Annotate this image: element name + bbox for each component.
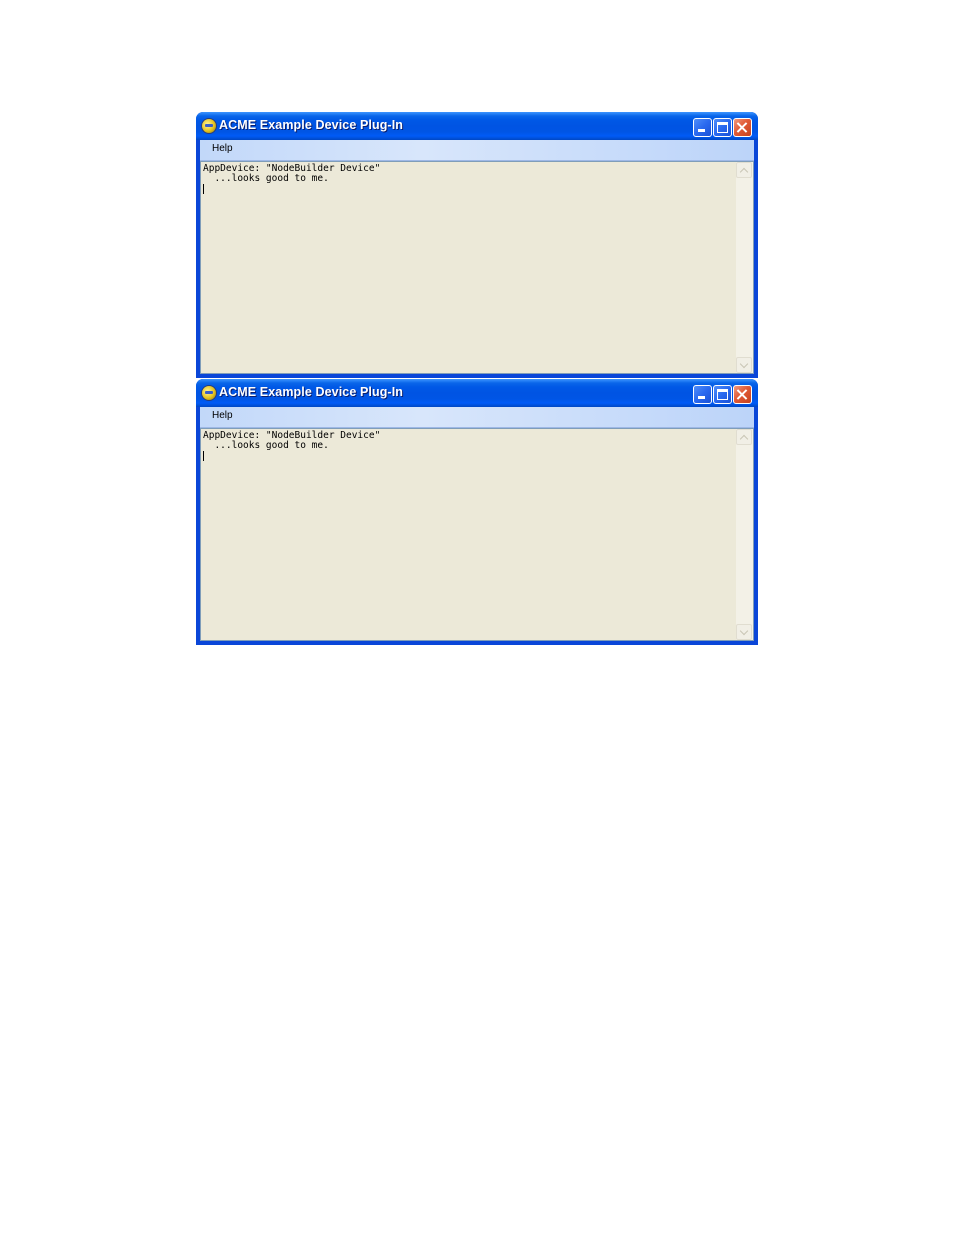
- output-line: ...looks good to me.: [203, 173, 329, 184]
- vertical-scrollbar[interactable]: [736, 429, 753, 640]
- menu-bar: Help: [200, 140, 754, 161]
- minimize-icon: [698, 129, 705, 132]
- maximize-icon: [717, 122, 728, 133]
- scroll-up-button[interactable]: [736, 162, 752, 178]
- chevron-up-icon: [739, 434, 749, 444]
- chevron-up-icon: [739, 167, 749, 177]
- output-textarea[interactable]: AppDevice: "NodeBuilder Device" ...looks…: [200, 428, 754, 641]
- title-bar[interactable]: ACME Example Device Plug-In: [196, 379, 758, 407]
- close-icon: [736, 121, 749, 134]
- app-icon[interactable]: [202, 386, 216, 400]
- text-caret: [203, 451, 204, 461]
- minimize-button[interactable]: [693, 385, 712, 404]
- menu-item-help[interactable]: Help: [212, 410, 233, 421]
- app-window: ACME Example Device Plug-In Help AppDevi…: [196, 379, 758, 645]
- output-textarea[interactable]: AppDevice: "NodeBuilder Device" ...looks…: [200, 161, 754, 374]
- close-icon: [736, 388, 749, 401]
- app-window: ACME Example Device Plug-In Help AppDevi…: [196, 112, 758, 378]
- app-icon[interactable]: [202, 119, 216, 133]
- maximize-button[interactable]: [713, 385, 732, 404]
- vertical-scrollbar[interactable]: [736, 162, 753, 373]
- minimize-icon: [698, 396, 705, 399]
- output-text: AppDevice: "NodeBuilder Device" ...looks…: [203, 164, 380, 184]
- maximize-button[interactable]: [713, 118, 732, 137]
- close-button[interactable]: [733, 118, 752, 137]
- close-button[interactable]: [733, 385, 752, 404]
- title-bar[interactable]: ACME Example Device Plug-In: [196, 112, 758, 140]
- scroll-down-button[interactable]: [736, 624, 752, 640]
- maximize-icon: [717, 389, 728, 400]
- scroll-up-button[interactable]: [736, 429, 752, 445]
- chevron-down-icon: [739, 359, 749, 369]
- minimize-button[interactable]: [693, 118, 712, 137]
- output-text: AppDevice: "NodeBuilder Device" ...looks…: [203, 431, 380, 451]
- menu-bar: Help: [200, 407, 754, 428]
- scroll-down-button[interactable]: [736, 357, 752, 373]
- text-caret: [203, 184, 204, 194]
- chevron-down-icon: [739, 626, 749, 636]
- window-title: ACME Example Device Plug-In: [219, 385, 403, 399]
- menu-item-help[interactable]: Help: [212, 143, 233, 154]
- window-title: ACME Example Device Plug-In: [219, 118, 403, 132]
- output-line: ...looks good to me.: [203, 440, 329, 451]
